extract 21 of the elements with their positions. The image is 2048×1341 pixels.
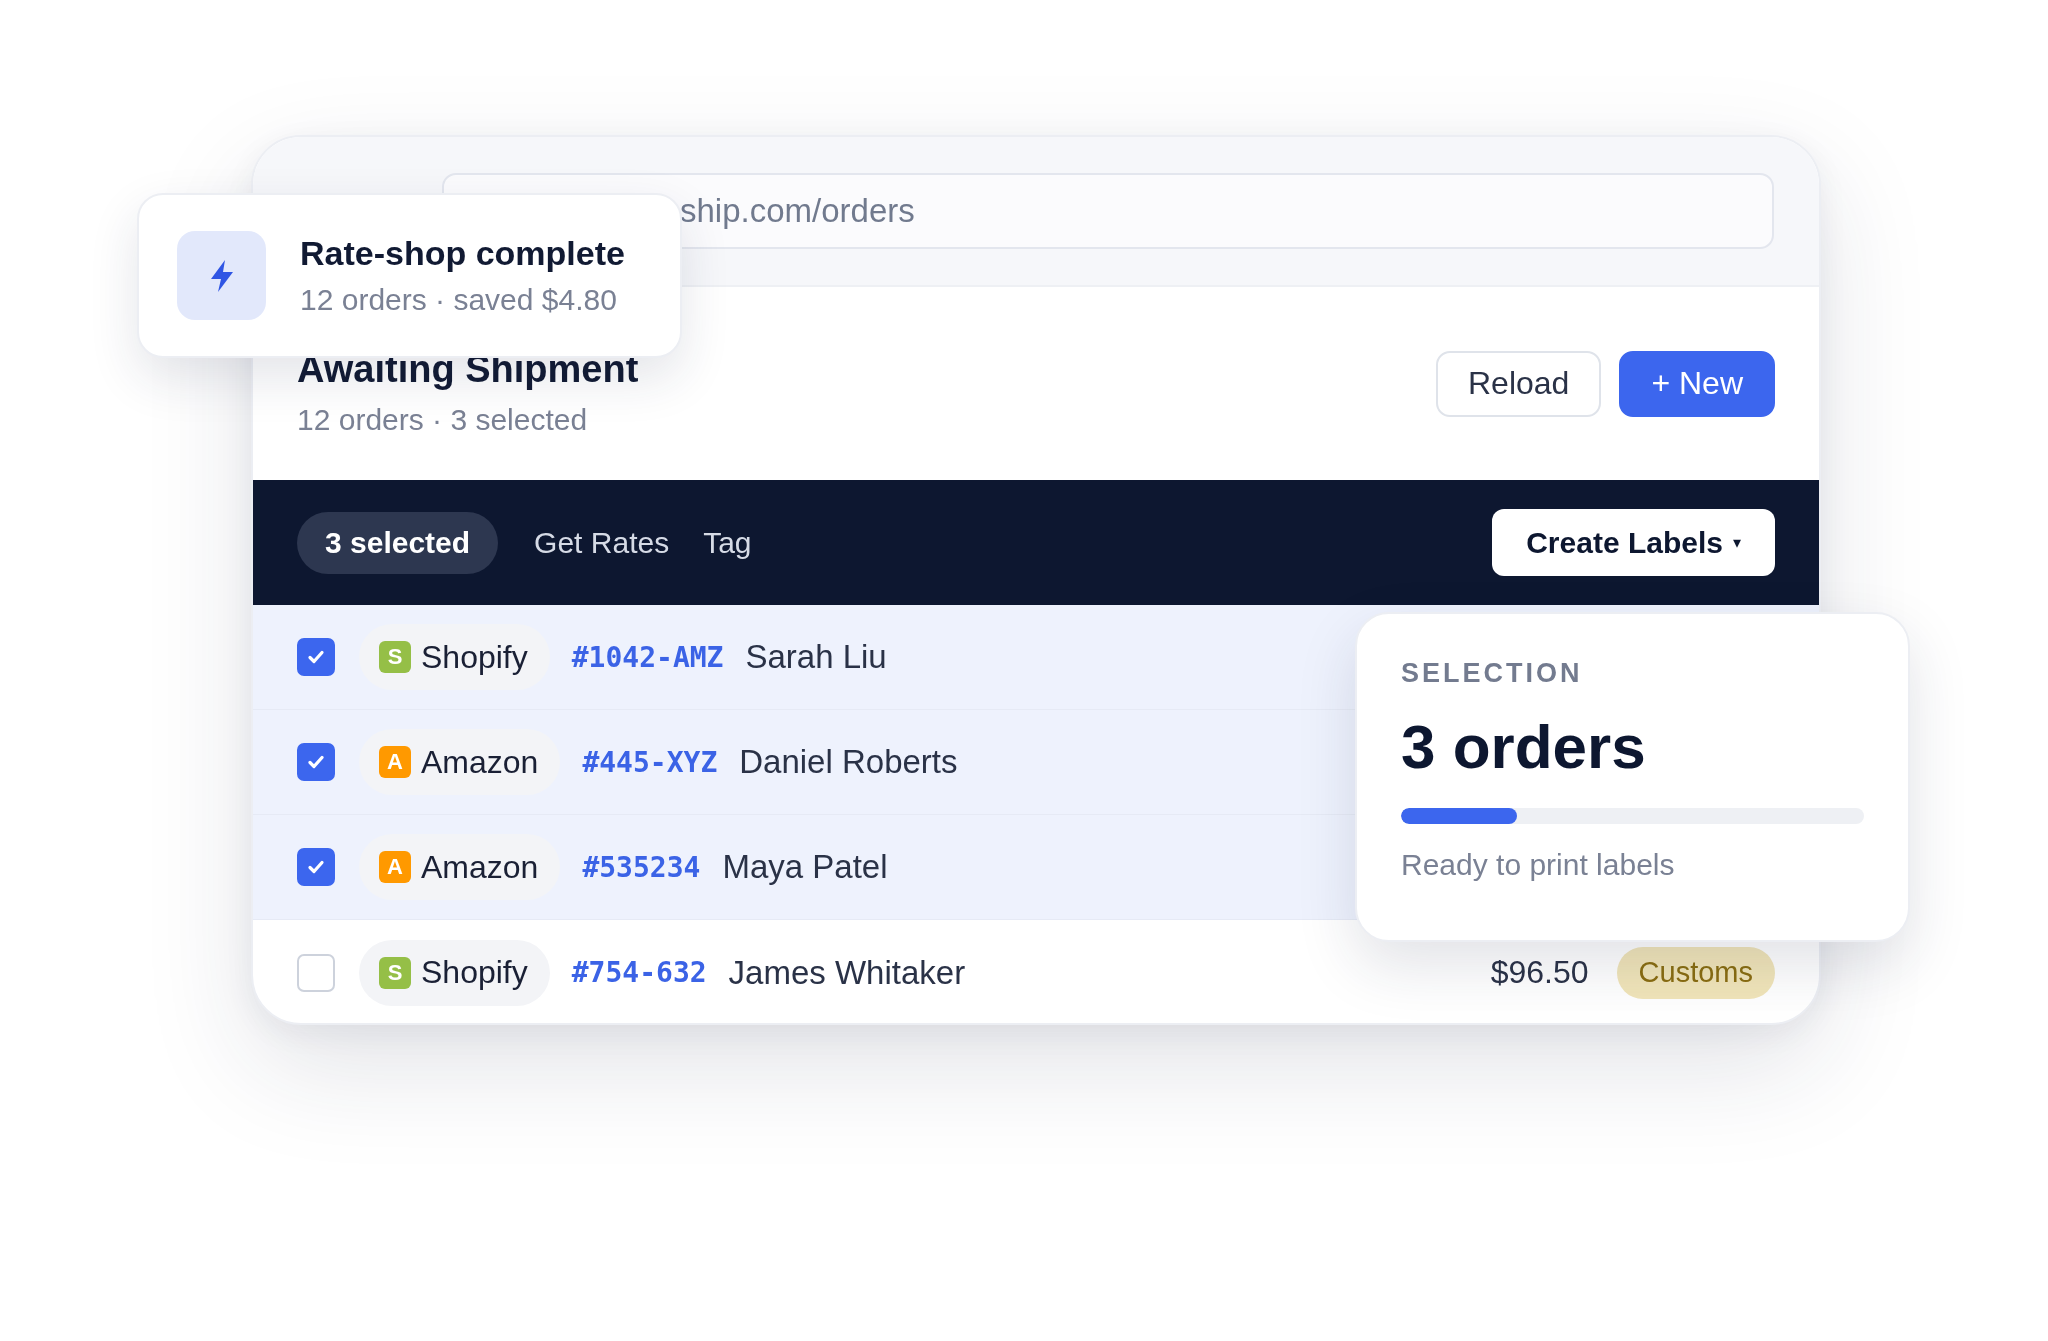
customs-tag: Customs xyxy=(1616,946,1775,999)
selection-total: 3 orders xyxy=(1401,711,1647,782)
store-name: Shopify xyxy=(421,954,528,991)
store-logo-icon: S xyxy=(379,641,411,673)
store-name: Amazon xyxy=(421,743,539,781)
customer-name: James Whitaker xyxy=(728,953,966,992)
order-amount: $96.50 xyxy=(1490,954,1589,991)
page-title: Awaiting Shipment xyxy=(297,348,639,391)
card-label: SELECTION xyxy=(1401,658,1584,689)
customer-name: Sarah Liu xyxy=(745,638,887,676)
card-caption: Ready to print labels xyxy=(1401,848,1676,882)
selection-count-badge: 3 selected xyxy=(297,511,499,574)
store-name: Shopify xyxy=(421,638,528,676)
store-logo-icon: A xyxy=(379,851,411,883)
customer-name: Daniel Roberts xyxy=(739,743,958,781)
store-logo-icon: S xyxy=(379,956,411,989)
store-logo-icon: A xyxy=(379,746,411,778)
toast-subtitle: 12 orders · saved $4.80 xyxy=(300,283,618,317)
page-subtitle: 12 orders · 3 selected xyxy=(297,403,589,437)
customer-name: Maya Patel xyxy=(722,848,888,886)
store-name: Amazon xyxy=(421,848,539,886)
